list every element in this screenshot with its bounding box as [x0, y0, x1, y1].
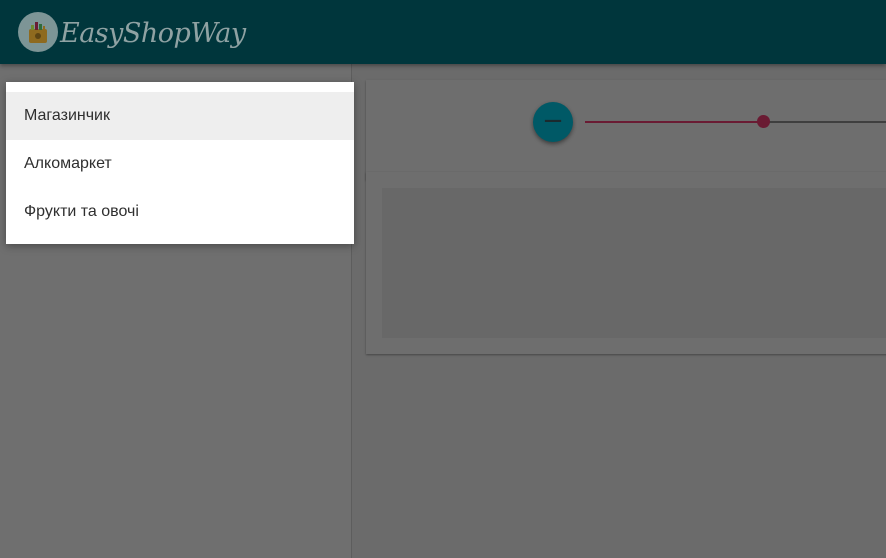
shopping-basket-icon	[18, 12, 58, 52]
slider-fill	[585, 121, 764, 123]
content-card	[366, 172, 886, 354]
minus-button[interactable]: −	[533, 102, 573, 142]
minus-icon: −	[542, 106, 564, 136]
menu-item-store[interactable]: Фрукти та овочі	[6, 188, 354, 236]
store-select-menu: Магазинчик Алкомаркет Фрукти та овочі	[6, 82, 354, 244]
main-content: −	[352, 64, 886, 558]
menu-item-label: Алкомаркет	[24, 155, 112, 172]
zoom-slider[interactable]	[585, 110, 886, 134]
menu-item-label: Магазинчик	[24, 107, 110, 124]
app-header: EasyShopWay	[0, 0, 886, 64]
slider-thumb[interactable]	[757, 115, 771, 128]
menu-item-store[interactable]: Магазинчик	[6, 92, 354, 140]
menu-item-store[interactable]: Алкомаркет	[6, 140, 354, 188]
app-logo-text[interactable]: EasyShopWay	[60, 14, 246, 54]
controls-card: −	[366, 80, 886, 180]
menu-item-label: Фрукти та овочі	[24, 203, 139, 220]
content-area	[382, 188, 886, 338]
